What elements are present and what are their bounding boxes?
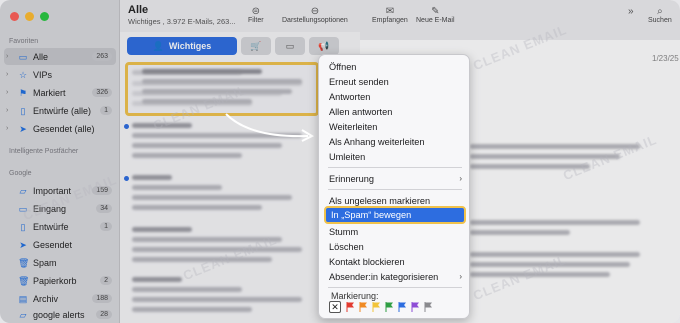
menu-item-label: Absender:in kategorisieren: [329, 271, 439, 282]
pointer-arrow: [225, 113, 315, 142]
menu-item-reply-all[interactable]: Allen antworten: [324, 104, 466, 119]
flag-blue[interactable]: [398, 302, 406, 312]
flag-yellow[interactable]: [372, 302, 380, 312]
menu-item-block-contact[interactable]: Kontakt blockieren: [324, 254, 466, 269]
menu-item-label: Weiterleiten: [329, 121, 378, 132]
menu-item-label: Löschen: [329, 241, 364, 252]
menu-item-label: Als ungelesen markieren: [329, 195, 431, 206]
menu-item-label: Kontakt blockieren: [329, 256, 405, 267]
menu-item-label: Umleiten: [329, 151, 366, 162]
menu-item-forward-as-attachment[interactable]: Als Anhang weiterleiten: [324, 134, 466, 149]
menu-separator: [328, 287, 462, 288]
chevron-right-icon: ›: [459, 272, 462, 281]
menu-item-label: In „Spam“ bewegen: [331, 210, 412, 220]
menu-item-label: Erneut senden: [329, 76, 389, 87]
menu-item-label: Antworten: [329, 91, 371, 102]
menu-item-categorize-sender[interactable]: Absender:in kategorisieren ›: [324, 269, 466, 284]
flag-label: Markierung:: [331, 291, 379, 301]
menu-item-reminder[interactable]: Erinnerung ›: [324, 171, 466, 186]
chevron-right-icon: ›: [459, 174, 462, 183]
menu-item-label: Öffnen: [329, 61, 357, 72]
mail-window: Favoriten › ▭ Alle 263 › ☆ VIPs › ⚑ Mark…: [0, 0, 680, 323]
menu-item-mute[interactable]: Stumm: [324, 224, 466, 239]
menu-item-move-to-spam[interactable]: In „Spam“ bewegen: [324, 206, 466, 224]
menu-item-reply[interactable]: Antworten: [324, 89, 466, 104]
menu-item-resend[interactable]: Erneut senden: [324, 74, 466, 89]
clear-flag-button[interactable]: ✕: [329, 301, 341, 313]
menu-item-redirect[interactable]: Umleiten: [324, 149, 466, 164]
flag-color-picker: ✕: [329, 301, 432, 313]
menu-separator: [328, 189, 462, 190]
flag-green[interactable]: [385, 302, 393, 312]
context-menu: Öffnen Erneut senden Antworten Allen ant…: [318, 54, 470, 319]
flag-red[interactable]: [346, 302, 354, 312]
menu-separator: [328, 167, 462, 168]
flag-gray[interactable]: [424, 302, 432, 312]
menu-item-open[interactable]: Öffnen: [324, 59, 466, 74]
flag-orange[interactable]: [359, 302, 367, 312]
flag-purple[interactable]: [411, 302, 419, 312]
menu-item-delete[interactable]: Löschen: [324, 239, 466, 254]
menu-item-label: Stumm: [329, 226, 359, 237]
menu-item-forward[interactable]: Weiterleiten: [324, 119, 466, 134]
menu-item-label: Allen antworten: [329, 106, 393, 117]
menu-item-label: Erinnerung: [329, 173, 374, 184]
menu-item-label: Als Anhang weiterleiten: [329, 136, 425, 147]
